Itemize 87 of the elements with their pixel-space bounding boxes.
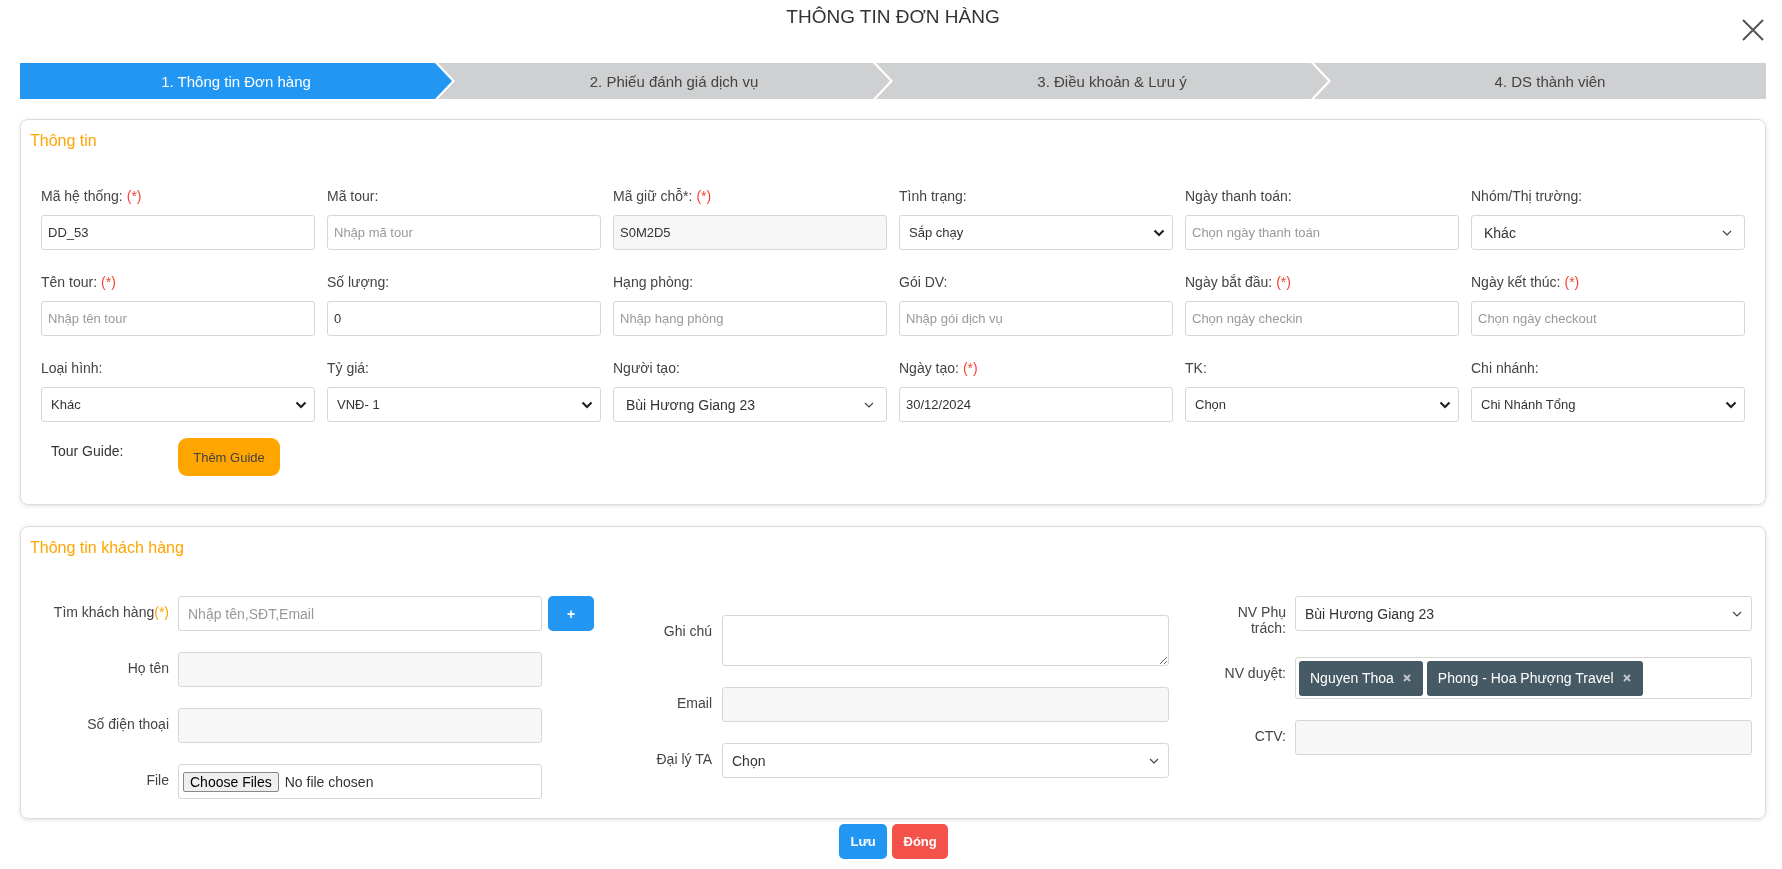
select-field[interactable]: Khác (41, 387, 315, 422)
close-icon[interactable] (1742, 19, 1764, 41)
remove-icon[interactable] (1622, 674, 1631, 682)
field-label: Nhóm/Thị trường: (1471, 188, 1583, 204)
multi-select-field[interactable]: Nguyen Thoa Phong - Hoa Phượng Travel (1295, 657, 1752, 699)
selected-tag: Phong - Hoa Phượng Travel (1426, 660, 1643, 696)
select-field[interactable]: VNĐ- 1 (327, 387, 601, 422)
text-field[interactable]: DD_53 (41, 215, 315, 250)
field-label: Gói DV: (899, 274, 948, 290)
add-guide-button[interactable]: Thêm Guide (178, 438, 280, 476)
field-label: Ngày tạo: (899, 360, 959, 376)
select-field[interactable]: Chọn (1185, 387, 1459, 422)
field-label: Mã tour: (327, 188, 379, 204)
field-label: Loại hình: (41, 360, 103, 376)
wizard-step-tab[interactable]: 4. DS thành viên (1314, 63, 1766, 99)
text-field[interactable] (722, 687, 1169, 722)
section-heading: Thông tin (29, 132, 98, 151)
field-label: NV duyệt: (1224, 665, 1286, 681)
selected-tag: Nguyen Thoa (1299, 660, 1423, 696)
required-mark: (*) (696, 188, 712, 204)
field-label: Ghi chú (663, 623, 712, 639)
field-label: Số điện thoại (87, 716, 169, 732)
field-label: Họ tên (127, 660, 169, 676)
field-label: Tìm khách hàng (53, 604, 155, 620)
text-field[interactable]: Chọn ngày checkin (1185, 301, 1459, 336)
file-field[interactable]: Choose Files No file chosen (178, 764, 542, 799)
field-label: Ngày bắt đầu: (1185, 274, 1273, 290)
chevron-down-icon (1732, 610, 1742, 617)
text-field[interactable]: Chọn ngày thanh toán (1185, 215, 1459, 250)
text-field[interactable]: Nhập mã tour (327, 215, 601, 250)
wizard-step-tab[interactable]: 3. Điều khoản & Lưu ý (876, 63, 1328, 99)
choose-files-button[interactable]: Choose Files (183, 771, 279, 792)
text-field[interactable]: Nhập tên tour (41, 301, 315, 336)
text-field[interactable] (178, 652, 542, 687)
field-label: Tỷ giá: (327, 360, 369, 376)
field-label: Email (677, 695, 712, 711)
chevron-down-icon (1149, 757, 1159, 764)
required-mark: (*) (101, 274, 116, 290)
field-label: Đại lý TA (656, 751, 712, 767)
wizard-step-tab[interactable]: 2. Phiếu đánh giá dịch vụ (438, 63, 890, 99)
chevron-down-icon (295, 400, 307, 409)
field-label: TK: (1185, 360, 1207, 376)
text-field[interactable]: Nhập hạng phòng (613, 301, 887, 336)
chevron-down-icon (864, 401, 874, 408)
field-label: Tên tour: (41, 274, 98, 290)
required-mark: (*) (1564, 274, 1580, 290)
required-mark: (*) (154, 604, 169, 620)
text-field[interactable] (1295, 720, 1752, 755)
field-label: Ngày thanh toán: (1185, 188, 1292, 204)
field-label: File (146, 772, 169, 788)
text-field[interactable]: 0 (327, 301, 601, 336)
select-field[interactable]: Chọn (722, 743, 1169, 778)
field-label: NV Phụ trách: (1237, 604, 1286, 636)
chevron-down-icon (1153, 228, 1165, 237)
field-label: Tour Guide: (51, 443, 125, 459)
field-label: CTV: (1254, 728, 1286, 744)
chevron-down-icon (1725, 400, 1737, 409)
remove-icon[interactable] (1402, 674, 1411, 682)
select-field[interactable]: Khác (1471, 215, 1745, 250)
field-label: Hạng phòng: (613, 274, 694, 290)
required-mark: (*) (962, 360, 978, 376)
select-field[interactable]: Chi Nhánh Tổng (1471, 387, 1745, 422)
select-field[interactable]: Bùi Hương Giang 23 (1295, 596, 1752, 631)
field-label: Chi nhánh: (1471, 360, 1539, 376)
select-field[interactable]: Sắp chạy (899, 215, 1173, 250)
select-field[interactable]: Bùi Hương Giang 23 (613, 387, 887, 422)
note-textarea[interactable] (722, 615, 1169, 666)
field-label: Tình trạng: (899, 188, 967, 204)
text-field[interactable]: Chọn ngày checkout (1471, 301, 1745, 336)
chevron-down-icon (581, 400, 593, 409)
file-status: No file chosen (284, 773, 374, 790)
required-mark: (*) (1276, 274, 1291, 290)
search-field[interactable]: Nhập tên,SĐT,Email (178, 596, 542, 631)
field-label: Số lượng: (327, 274, 390, 290)
chevron-down-icon (1722, 229, 1732, 236)
section-heading: Thông tin khách hàng (29, 539, 185, 558)
field-label: Người tạo: (613, 360, 680, 376)
field-label: Mã giữ chỗ*: (613, 188, 693, 204)
text-field[interactable]: S0M2D5 (613, 215, 887, 250)
text-field[interactable]: 30/12/2024 (899, 387, 1173, 422)
text-field[interactable]: Nhập gói dịch vụ (899, 301, 1173, 336)
dialog-title: THÔNG TIN ĐƠN HÀNG (786, 6, 1000, 29)
field-label: Mã hệ thống: (41, 188, 123, 204)
required-mark: (*) (126, 188, 142, 204)
field-label: Ngày kết thúc: (1471, 274, 1561, 290)
chevron-down-icon (1439, 400, 1451, 409)
text-field[interactable] (178, 708, 542, 743)
